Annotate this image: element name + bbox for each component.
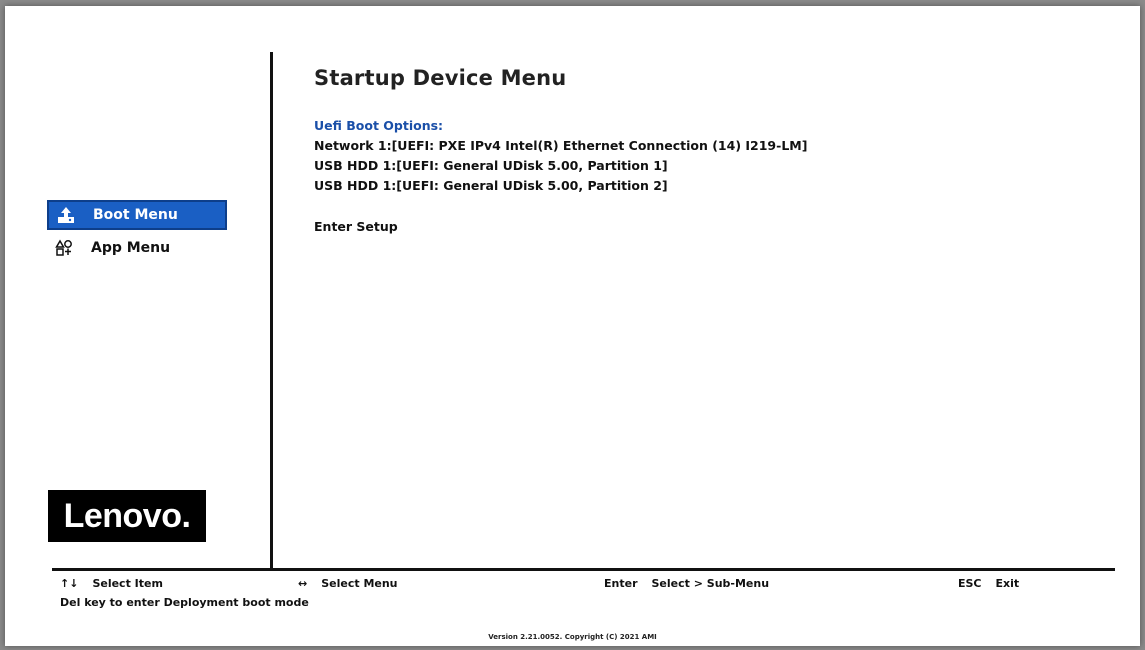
footer-select-menu: ↔ Select Menu	[298, 577, 398, 590]
footer-enter: Enter Select > Sub-Menu	[604, 577, 770, 590]
up-down-arrow-icon: ↑↓	[60, 577, 79, 590]
boot-icon	[55, 205, 77, 225]
sidebar-item-label: Boot Menu	[93, 207, 178, 223]
sidebar-divider	[270, 52, 273, 570]
sidebar-item-app-menu[interactable]: App Menu	[47, 233, 227, 263]
boot-option-network[interactable]: Network 1:[UEFI: PXE IPv4 Intel(R) Ether…	[314, 138, 807, 153]
sidebar-item-boot-menu[interactable]: Boot Menu	[47, 200, 227, 230]
footer-del-hint: Del key to enter Deployment boot mode	[60, 596, 309, 609]
section-label: Uefi Boot Options:	[314, 118, 444, 133]
version-text: Version 2.21.0052. Copyright (C) 2021 AM…	[488, 633, 657, 641]
footer-divider	[52, 568, 1115, 571]
footer-select-item: ↑↓ Select Item	[60, 577, 163, 590]
boot-option-usb-partition-1[interactable]: USB HDD 1:[UEFI: General UDisk 5.00, Par…	[314, 158, 668, 173]
sidebar-item-label: App Menu	[91, 240, 171, 256]
page-title: Startup Device Menu	[314, 66, 567, 90]
footer-esc: ESC Exit	[958, 577, 1020, 590]
lenovo-logo: Lenovo.	[48, 490, 206, 542]
app-icon	[53, 238, 75, 258]
enter-setup-option[interactable]: Enter Setup	[314, 219, 398, 234]
boot-option-usb-partition-2[interactable]: USB HDD 1:[UEFI: General UDisk 5.00, Par…	[314, 178, 668, 193]
bios-window	[5, 6, 1140, 646]
left-right-arrow-icon: ↔	[298, 577, 308, 590]
